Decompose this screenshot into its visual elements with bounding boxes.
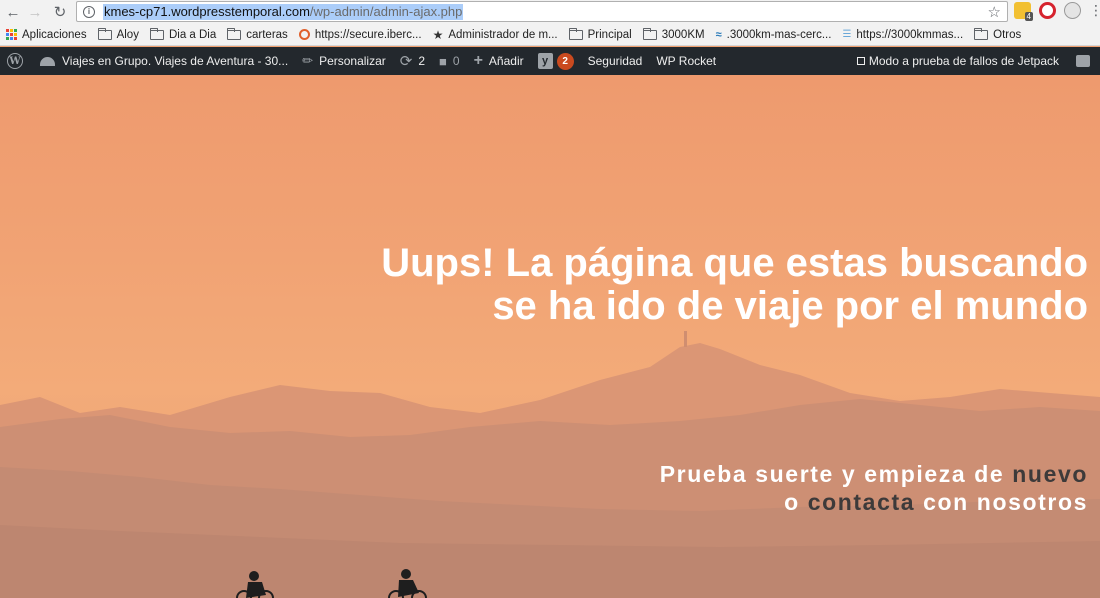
bookmark-3000km-mas-cerca[interactable]: ≈ .3000km-mas-cerc... <box>716 29 832 41</box>
site-name-menu[interactable]: Viajes en Grupo. Viajes de Aventura - 30… <box>30 47 295 75</box>
wp-rocket-label: WP Rocket <box>656 54 717 68</box>
bookmark-label: Principal <box>587 28 632 41</box>
bookmark-administrador[interactable]: ★ Administrador de m... <box>433 28 558 42</box>
bookmark-secure-iberc[interactable]: https://secure.iberc... <box>298 28 422 41</box>
yoast-seo-menu[interactable]: y 2 <box>531 47 581 75</box>
wp-rocket-menu[interactable]: WP Rocket <box>649 47 723 75</box>
mail-extension-icon[interactable]: 4 <box>1014 2 1033 21</box>
bookmark-3000km[interactable]: 3000KM <box>642 27 705 41</box>
plus-icon: + <box>473 52 483 69</box>
page-subtitle: Prueba suerte y empieza de nuevo o conta… <box>328 460 1088 516</box>
security-label: Seguridad <box>587 54 643 68</box>
subtitle-text: o <box>784 489 808 515</box>
updates-refresh-icon: ⟳ <box>399 53 413 70</box>
contact-link[interactable]: contacta <box>808 489 915 515</box>
jetpack-debug-label: Modo a prueba de fallos de Jetpack <box>868 54 1059 68</box>
updates-link[interactable]: ⟳ 2 <box>393 47 432 75</box>
hero-404: Uups! La página que estas buscando se ha… <box>0 75 1100 598</box>
folder-icon <box>149 27 164 40</box>
url-path: /wp-admin/admin-ajax.php <box>309 3 463 19</box>
bookmark-label: Administrador de m... <box>448 28 558 41</box>
browser-toolbar: ← → ↻ i kmes-cp71.wordpresstemporal.com/… <box>0 0 1100 24</box>
bookmark-label: https://secure.iberc... <box>314 28 422 41</box>
bookmark-dia-a-dia[interactable]: Dia a Dia <box>149 27 217 41</box>
new-label: Añadir <box>488 54 524 68</box>
browser-menu-icon[interactable]: ⋮ <box>1089 2 1100 19</box>
bookmark-label: Otros <box>993 28 1022 41</box>
title-line-2: se ha ido de viaje por el mundo <box>492 284 1088 328</box>
bookmark-label: .3000km-mas-cerc... <box>726 28 832 41</box>
star-icon: ★ <box>432 27 444 42</box>
address-bar[interactable]: i kmes-cp71.wordpresstemporal.com/wp-adm… <box>76 1 1008 22</box>
target-icon <box>298 29 310 40</box>
page-title: Uups! La página que estas buscando se ha… <box>328 242 1088 328</box>
bookmark-label: 3000KM <box>661 28 705 41</box>
mail-badge: 4 <box>1024 12 1033 21</box>
site-name: Viajes en Grupo. Viajes de Aventura - 30… <box>62 54 289 68</box>
bookmark-label: Aplicaciones <box>22 28 87 41</box>
bookmark-label: Dia a Dia <box>168 28 217 41</box>
new-content-menu[interactable]: + Añadir <box>467 47 531 75</box>
checkbox-icon <box>856 57 865 65</box>
paintbrush-icon: ✏ <box>302 53 314 68</box>
dashboard-gauge-icon <box>40 56 55 66</box>
security-menu[interactable]: Seguridad <box>581 47 650 75</box>
bookmark-aloy[interactable]: Aloy <box>97 27 139 41</box>
wifi-icon: ≈ <box>715 28 722 41</box>
bookmark-label: carteras <box>246 28 288 41</box>
updates-count: 2 <box>418 54 426 68</box>
folder-icon <box>974 27 989 40</box>
site-info-icon[interactable]: i <box>83 5 95 18</box>
folder-icon <box>227 27 242 40</box>
bookmark-label: Aloy <box>116 28 139 41</box>
wp-admin-bar: W Viajes en Grupo. Viajes de Aventura - … <box>0 47 1100 75</box>
bookmark-3000kmmas[interactable]: ☰ https://3000kmmas... <box>842 29 963 41</box>
customize-link[interactable]: ✏ Personalizar <box>295 47 393 75</box>
wp-logo-menu[interactable]: W <box>0 47 30 75</box>
admin-bar-right: Modo a prueba de fallos de Jetpack <box>850 47 1100 75</box>
comments-link[interactable]: ■ 0 <box>432 47 467 75</box>
folder-icon <box>642 27 657 40</box>
subtitle-text: Prueba suerte y empieza de <box>659 461 1013 487</box>
apps-grid-icon <box>6 29 17 40</box>
jetpack-debug-toggle[interactable]: Modo a prueba de fallos de Jetpack <box>850 47 1066 75</box>
bookmark-aplicaciones[interactable]: Aplicaciones <box>6 29 87 41</box>
bookmarks-bar: Aplicaciones Aloy Dia a Dia carteras htt… <box>0 24 1100 46</box>
subtitle-text: con nosotros <box>915 489 1088 515</box>
back-arrow-icon[interactable]: ← <box>3 2 23 22</box>
folder-icon <box>97 27 112 40</box>
customize-label: Personalizar <box>319 54 386 68</box>
wordpress-logo-icon: W <box>7 53 23 69</box>
title-line-1: Uups! La página que estas buscando <box>381 241 1088 285</box>
bookmark-star-icon[interactable]: ☆ <box>988 3 1001 21</box>
site-icon: ☰ <box>842 29 852 40</box>
reload-icon[interactable]: ↻ <box>50 2 70 22</box>
yoast-notification-count: 2 <box>556 52 574 70</box>
ghostery-extension-icon[interactable] <box>1064 2 1081 19</box>
notifications-icon[interactable] <box>1076 55 1090 67</box>
url-host: kmes-cp71.wordpresstemporal.com <box>104 3 310 19</box>
opera-extension-icon[interactable] <box>1039 2 1056 19</box>
bookmark-carteras[interactable]: carteras <box>227 27 288 41</box>
extensions: 4 ⋮ <box>1014 2 1100 21</box>
folder-icon <box>568 27 583 40</box>
bookmark-principal[interactable]: Principal <box>568 27 632 41</box>
bookmark-otros[interactable]: Otros <box>974 27 1022 41</box>
yoast-seo-icon: y <box>537 53 553 69</box>
comment-bubble-icon: ■ <box>439 53 447 69</box>
forward-arrow-icon[interactable]: → <box>25 2 45 22</box>
mountain-landscape <box>0 331 1100 598</box>
comments-count: 0 <box>452 54 460 68</box>
home-link[interactable]: nuevo <box>1012 461 1088 487</box>
url-text[interactable]: kmes-cp71.wordpresstemporal.com/wp-admin… <box>103 3 464 20</box>
bookmark-label: https://3000kmmas... <box>856 28 964 41</box>
